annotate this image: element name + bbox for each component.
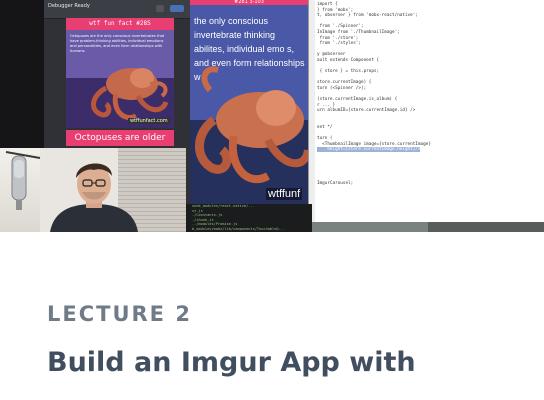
fun-fact-banner: wtf fun fact #285 bbox=[66, 18, 174, 30]
background-dark-region bbox=[0, 0, 44, 150]
fun-fact-text-large: the only conscious invertebrate thinking… bbox=[194, 16, 305, 82]
watermark-large: wtffunf bbox=[266, 188, 303, 200]
fun-fact-text: Octopuses are the only conscious inverte… bbox=[70, 34, 165, 53]
debugger-titlebar: Debugger Ready bbox=[44, 0, 190, 19]
terminal-panel: node_modules/react-native/... xt.js ./Cons… bbox=[186, 204, 312, 232]
lecture-title[interactable]: Build an Imgur App with bbox=[47, 346, 416, 380]
terminal-line: b_modules/mobx/lib/components/TouchableO… bbox=[192, 226, 286, 231]
debugger-menu-button bbox=[156, 5, 164, 12]
watermark-small: wtffunfact.com bbox=[128, 118, 170, 124]
editor-status-bar bbox=[308, 222, 544, 232]
fun-fact-banner-large: #281 3-103 bbox=[190, 0, 308, 5]
editor-gutter bbox=[309, 0, 315, 222]
terminal-output: node_modules/react-native/... xt.js ./Cons… bbox=[186, 204, 312, 231]
instructor-figure bbox=[5, 151, 138, 232]
debugger-title: Debugger Ready bbox=[48, 3, 90, 9]
fun-fact-banner-next: Octopuses are older bbox=[66, 130, 174, 146]
code-line-highlight: height={store.currentImage.height}/> bbox=[317, 147, 421, 153]
code-editor: import {} from 'mobx'; t, observer } from… bbox=[308, 0, 544, 222]
lecture-video-thumbnail[interactable]: Debugger Ready wtf fun fact #285 Octopus… bbox=[0, 0, 544, 232]
code-content: import {} from 'mobx'; t, observer } from… bbox=[317, 2, 543, 187]
lecture-number-label: LECTURE 2 bbox=[47, 302, 192, 326]
octopus-image-small: wtf fun fact #285 Octopuses are the only… bbox=[66, 18, 174, 128]
webcam-overlay bbox=[0, 148, 186, 232]
lecture-card[interactable]: Debugger Ready wtf fun fact #285 Octopus… bbox=[0, 0, 544, 400]
debugger-action-button bbox=[170, 5, 184, 12]
code-line: ImgurCarousel; bbox=[317, 181, 354, 186]
